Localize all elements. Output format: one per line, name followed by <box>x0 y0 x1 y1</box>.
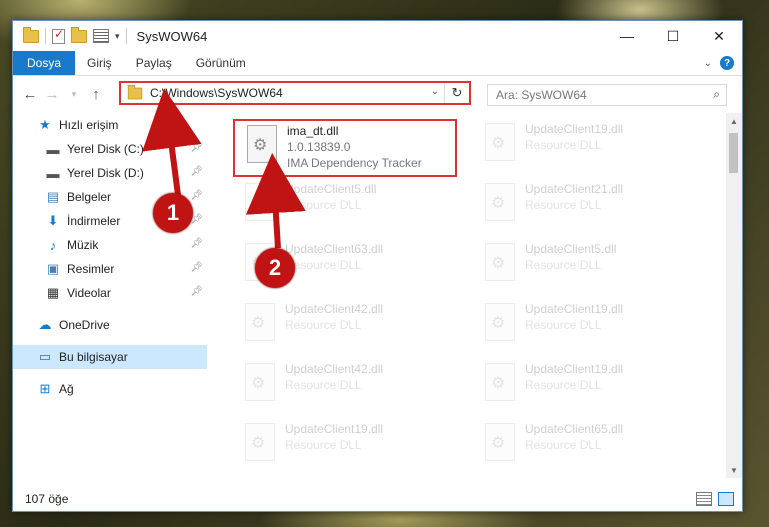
annotation-arrows <box>142 88 306 249</box>
arrow-to-address-bar <box>142 88 202 196</box>
callout-step-1: 1 <box>153 193 193 233</box>
arrow-to-file <box>245 153 306 249</box>
callout-step-2: 2 <box>255 248 295 288</box>
